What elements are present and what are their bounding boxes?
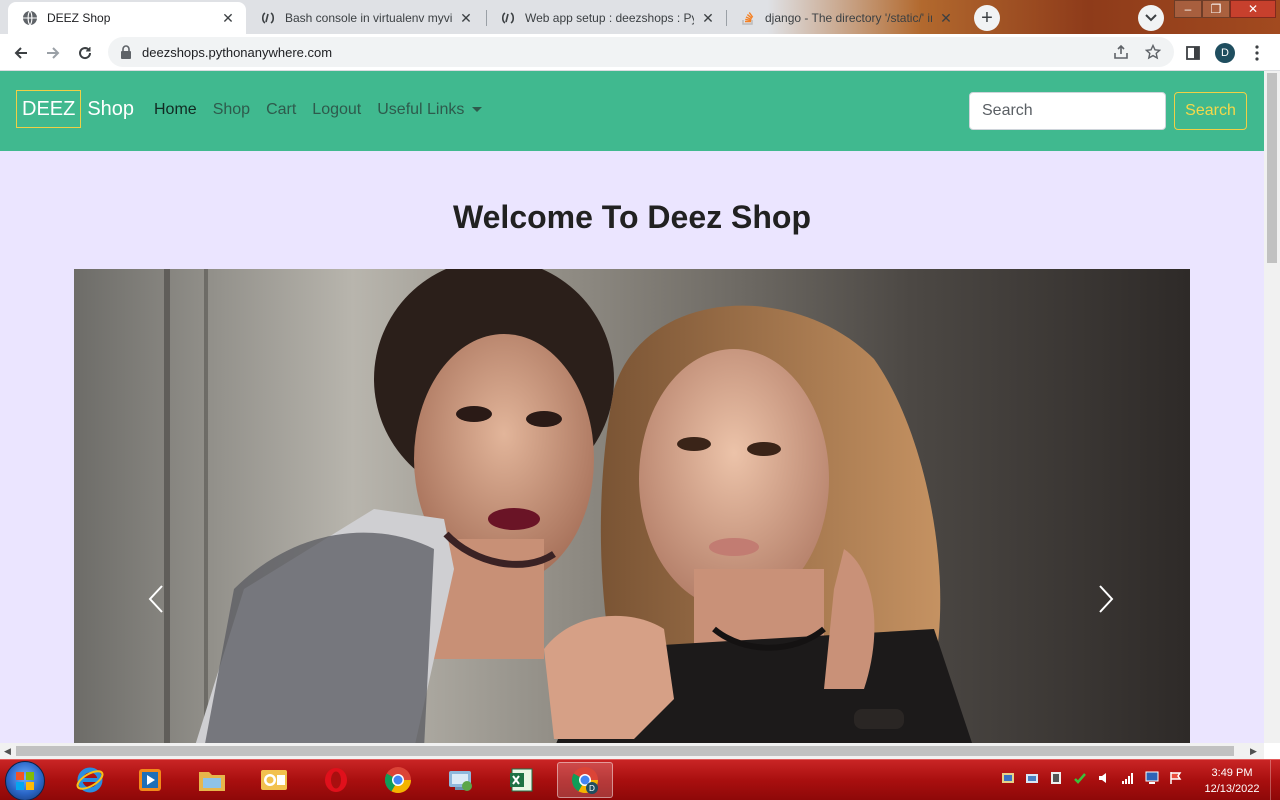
action-center-flag-icon[interactable] <box>1168 770 1184 786</box>
chrome-profile-icon[interactable]: D <box>557 762 613 798</box>
caret-down-icon <box>472 107 483 113</box>
maximize-button[interactable]: ❐ <box>1202 0 1230 18</box>
tab-deez-shop[interactable]: DEEZ Shop ✕ <box>8 2 246 34</box>
chevron-down-icon <box>1145 14 1157 22</box>
vertical-scrollbar[interactable] <box>1264 71 1280 743</box>
brand-logo[interactable]: DEEZ Shop <box>16 90 134 128</box>
windows-taskbar: D 3:49 PM 12/13/2022 <box>0 759 1280 800</box>
search-input[interactable] <box>969 92 1166 130</box>
share-icon[interactable] <box>1112 43 1130 61</box>
side-panel-button[interactable] <box>1180 40 1206 66</box>
file-explorer-icon[interactable] <box>184 762 240 798</box>
tab-web-app-setup[interactable]: Web app setup : deezshops : Pyth ✕ <box>486 2 726 34</box>
carousel-prev-button[interactable] <box>136 569 176 629</box>
nav-useful-links-label: Useful Links <box>377 101 465 118</box>
media-player-icon[interactable] <box>122 762 178 798</box>
arrow-right-icon <box>47 47 60 59</box>
chrome-icon[interactable] <box>370 762 426 798</box>
windows-logo-icon <box>16 772 34 790</box>
tray-security-icon[interactable] <box>1072 770 1088 786</box>
stackoverflow-icon <box>740 10 756 26</box>
svg-text:D: D <box>589 784 595 793</box>
tray-app-icon[interactable] <box>1000 770 1016 786</box>
tab-title: django - The directory '/static/' in <box>765 11 932 25</box>
close-window-button[interactable]: ✕ <box>1230 0 1276 18</box>
brand-boxed-text: DEEZ <box>16 90 82 128</box>
search-button[interactable]: Search <box>1174 92 1247 130</box>
clock-time: 3:49 PM <box>1211 767 1253 779</box>
outlook-icon[interactable] <box>246 762 302 798</box>
start-button[interactable] <box>5 761 45 800</box>
arrow-left-icon <box>14 47 27 59</box>
back-button[interactable] <box>8 40 34 66</box>
carousel-next-button[interactable] <box>1086 569 1126 629</box>
system-tray <box>1000 770 1192 786</box>
tray-network-adapter-icon[interactable] <box>1024 770 1040 786</box>
hero-carousel[interactable] <box>74 269 1190 743</box>
tab-django-static[interactable]: django - The directory '/static/' in ✕ <box>726 2 964 34</box>
close-tab-icon[interactable]: ✕ <box>458 10 474 26</box>
signal-icon[interactable] <box>1120 770 1136 786</box>
address-bar[interactable]: deezshops.pythonanywhere.com <box>108 37 1174 67</box>
page-title: Welcome To Deez Shop <box>453 199 811 235</box>
bookmark-star-icon[interactable] <box>1144 43 1162 61</box>
scroll-right-icon[interactable]: ▶ <box>1250 746 1257 757</box>
url-text: deezshops.pythonanywhere.com <box>142 45 333 60</box>
nav-links: Home Shop Cart Logout Useful Links <box>154 101 498 119</box>
profile-button[interactable]: D <box>1212 40 1238 66</box>
more-vert-icon <box>1255 45 1259 61</box>
internet-explorer-icon[interactable] <box>62 762 118 798</box>
nav-cart[interactable]: Cart <box>266 101 296 119</box>
system-clock[interactable]: 3:49 PM 12/13/2022 <box>1200 765 1264 797</box>
pythonanywhere-icon <box>500 10 516 26</box>
globe-icon <box>22 10 38 26</box>
page-viewport: DEEZ Shop Home Shop Cart Logout Useful L… <box>0 71 1264 743</box>
network-icon[interactable] <box>1144 770 1160 786</box>
clock-date: 12/13/2022 <box>1204 783 1260 795</box>
nav-useful-links-dropdown[interactable]: Useful Links <box>377 101 483 119</box>
tab-title: Web app setup : deezshops : Pyth <box>525 11 694 25</box>
new-tab-button[interactable]: + <box>974 5 1000 31</box>
site-navbar: DEEZ Shop Home Shop Cart Logout Useful L… <box>0 71 1264 151</box>
control-panel-icon[interactable] <box>432 762 488 798</box>
volume-icon[interactable] <box>1096 770 1112 786</box>
forward-button[interactable] <box>40 40 66 66</box>
opera-icon[interactable] <box>308 762 364 798</box>
lock-icon[interactable] <box>120 45 132 64</box>
pythonanywhere-icon <box>260 10 276 26</box>
tab-title: Bash console in virtualenv myvirt <box>285 11 452 25</box>
side-panel-icon <box>1186 46 1200 60</box>
tab-title: DEEZ Shop <box>47 11 111 25</box>
reload-button[interactable] <box>72 40 98 66</box>
horizontal-scroll-thumb[interactable] <box>16 746 1234 756</box>
browser-tab-strip: DEEZ Shop ✕ Bash console in virtualenv m… <box>0 0 1280 34</box>
close-tab-icon[interactable]: ✕ <box>938 10 954 26</box>
chevron-left-icon <box>148 585 163 613</box>
tab-search-button[interactable] <box>1138 5 1164 31</box>
chrome-menu-button[interactable] <box>1244 40 1270 66</box>
nav-shop[interactable]: Shop <box>213 101 250 119</box>
avatar: D <box>1215 43 1235 63</box>
reload-icon <box>79 47 92 60</box>
nav-home[interactable]: Home <box>154 101 197 119</box>
hero-image <box>74 269 1190 743</box>
tab-bash-console[interactable]: Bash console in virtualenv myvirt ✕ <box>246 2 484 34</box>
window-controls: – ❐ ✕ <box>1174 0 1276 18</box>
close-tab-icon[interactable]: ✕ <box>700 10 716 26</box>
close-tab-icon[interactable]: ✕ <box>220 10 236 26</box>
minimize-button[interactable]: – <box>1174 0 1202 18</box>
vertical-scroll-thumb[interactable] <box>1267 73 1277 263</box>
show-desktop-button[interactable] <box>1270 760 1280 800</box>
horizontal-scrollbar[interactable]: ◀ ▶ <box>0 743 1264 759</box>
tray-device-icon[interactable] <box>1048 770 1064 786</box>
chevron-right-icon <box>1099 585 1114 613</box>
excel-icon[interactable] <box>494 762 550 798</box>
nav-logout[interactable]: Logout <box>312 101 361 119</box>
scroll-left-icon[interactable]: ◀ <box>4 746 11 757</box>
browser-toolbar: deezshops.pythonanywhere.com D <box>0 34 1280 71</box>
brand-text: Shop <box>87 97 135 120</box>
